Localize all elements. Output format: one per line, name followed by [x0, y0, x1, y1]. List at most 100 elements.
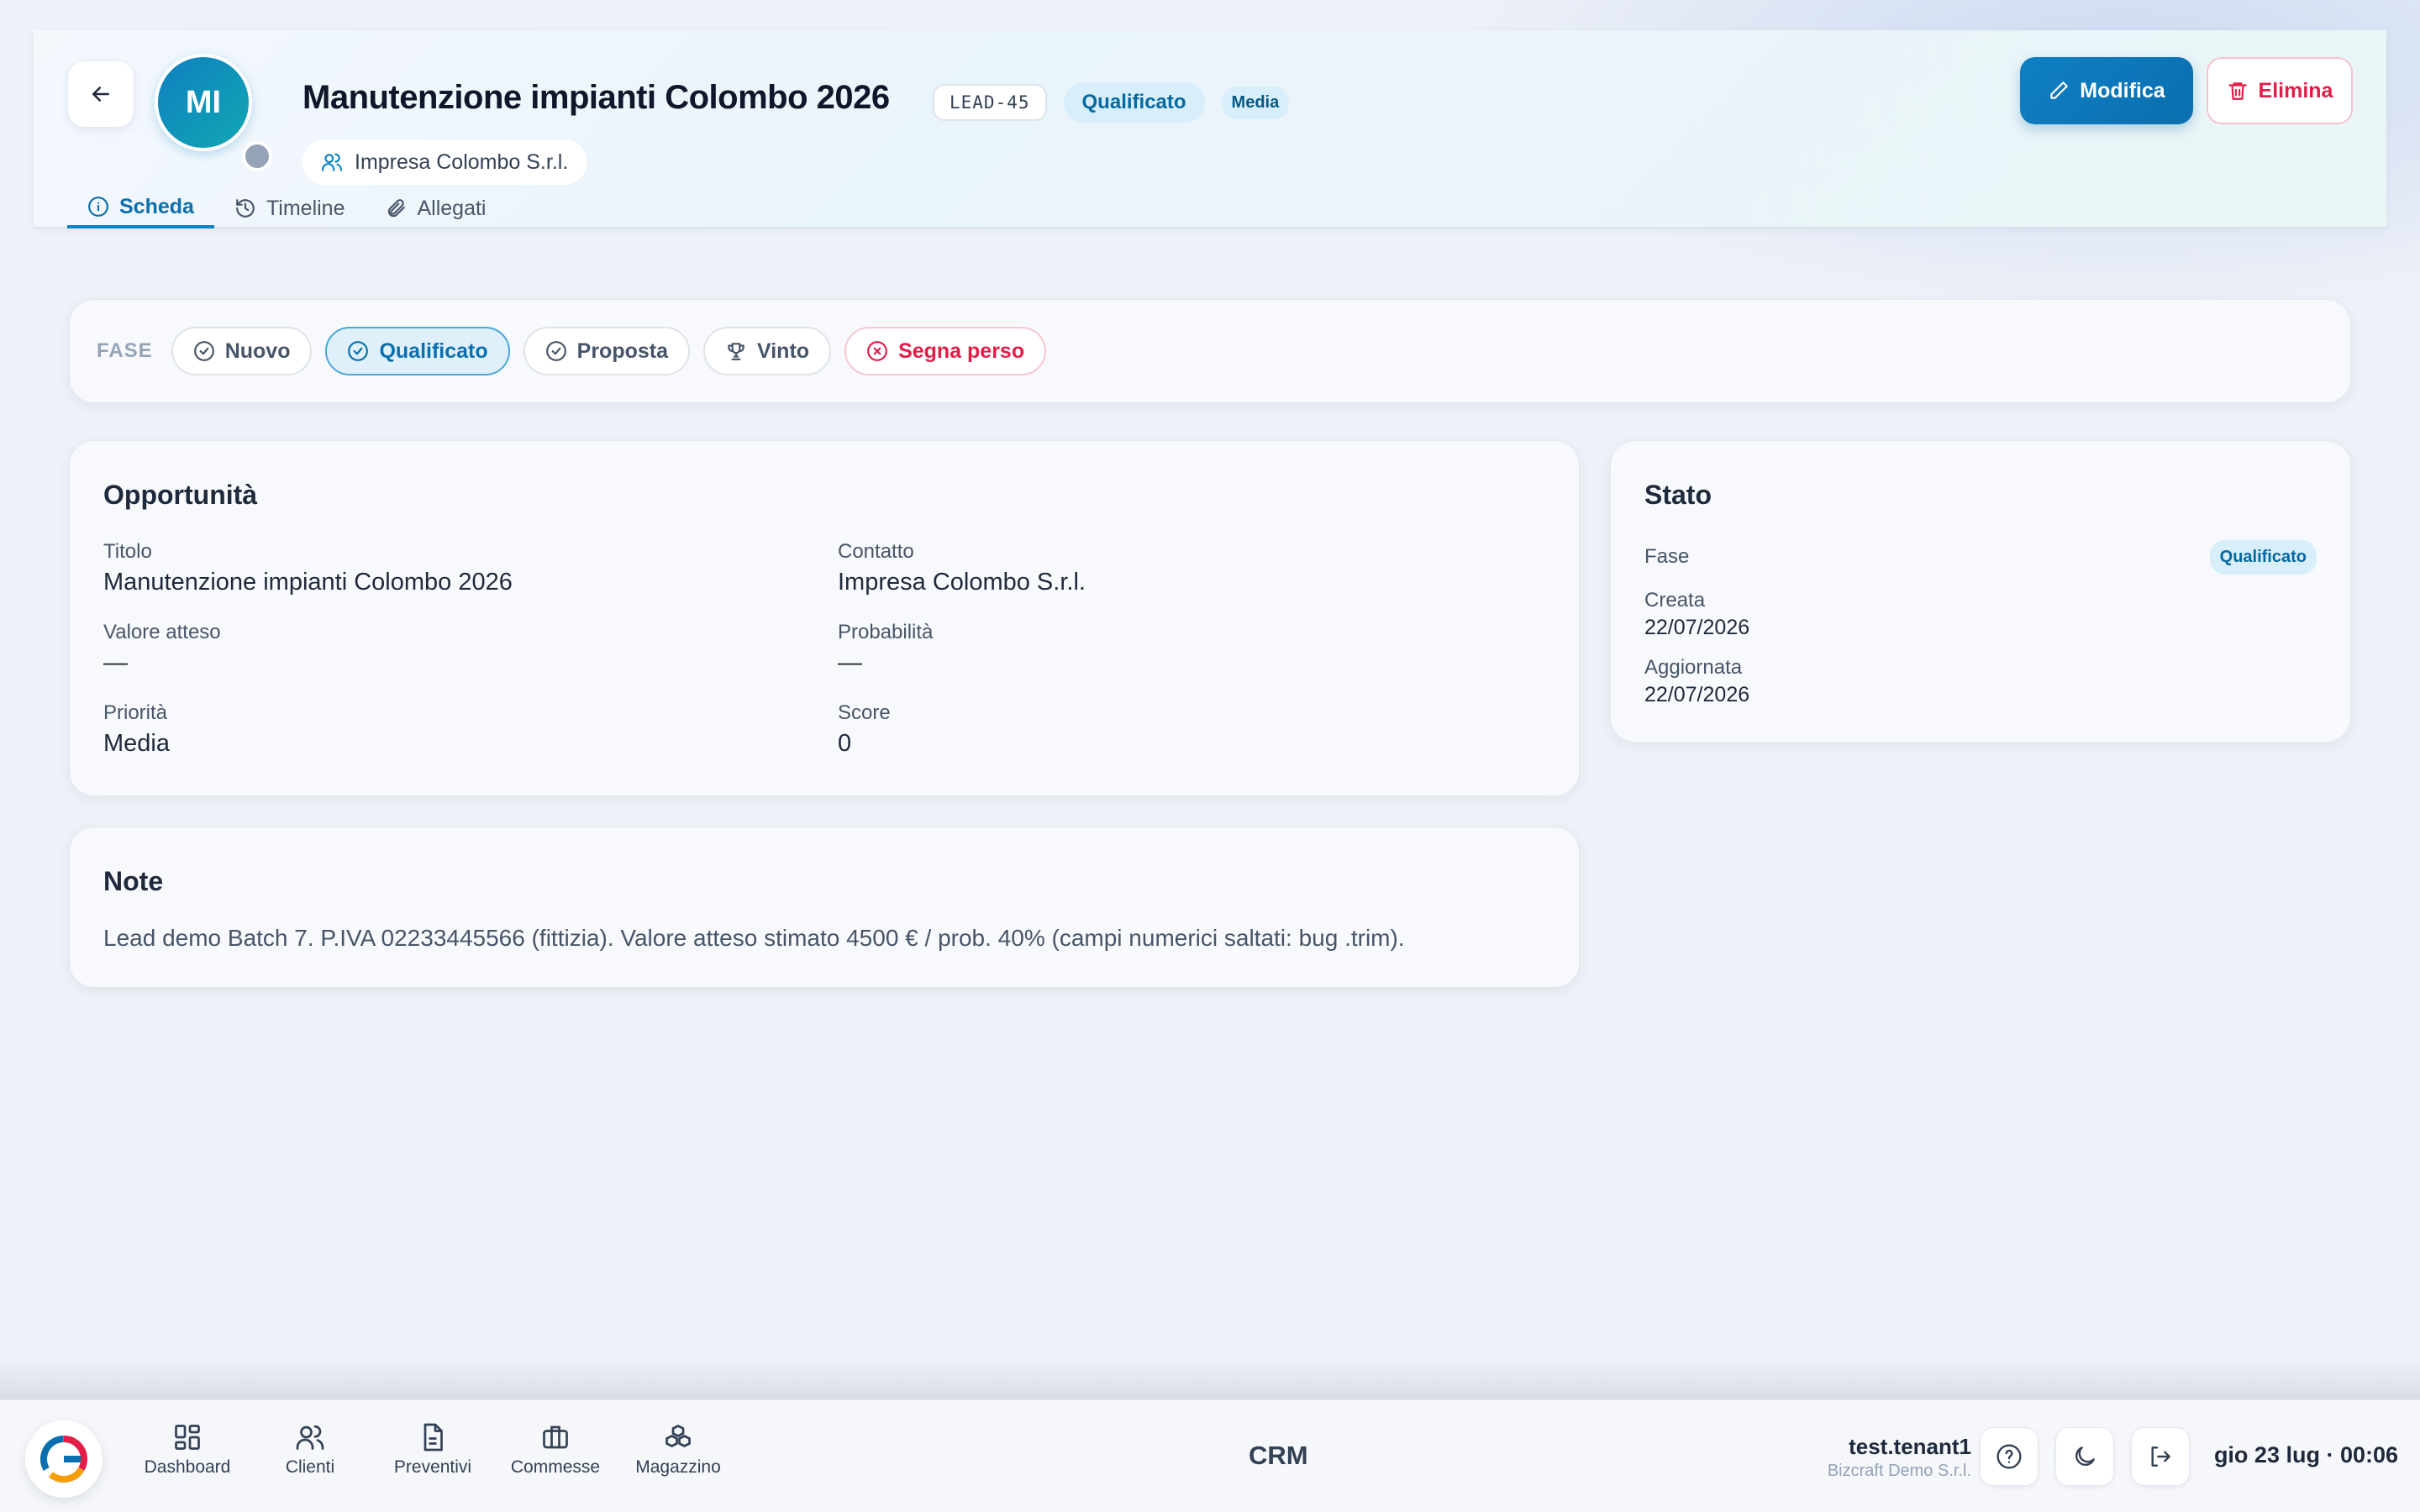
tab-label: Allegati: [417, 196, 487, 220]
card-title: Opportunità: [103, 480, 258, 510]
edit-button-label: Modifica: [2080, 78, 2165, 102]
phase-nuovo-button[interactable]: Nuovo: [171, 327, 313, 375]
field-label: Probabilità: [838, 621, 934, 643]
note-card: Note Lead demo Batch 7. P.IVA 0223344556…: [69, 827, 1580, 988]
tab-bar: Scheda Timeline Allegati: [67, 188, 506, 228]
header-actions: Modifica Elimina: [2020, 57, 2353, 124]
priority-badge: Media: [1221, 86, 1290, 119]
module-label: CRM: [1249, 1441, 1308, 1470]
field-score: Score 0: [838, 701, 891, 758]
users-icon: [296, 1425, 324, 1450]
phase-vinto-button[interactable]: Vinto: [703, 327, 832, 375]
help-icon: [1996, 1444, 2022, 1469]
field-value: —: [838, 649, 862, 676]
card-title: Stato: [1644, 480, 1712, 510]
stato-creata-label: Creata: [1644, 589, 1706, 612]
nav-dashboard[interactable]: Dashboard: [126, 1422, 249, 1478]
field-label: Priorità: [103, 701, 168, 724]
field-valore-atteso: Valore atteso —: [103, 621, 221, 677]
check-circle-icon: [545, 341, 566, 361]
phase-qualificato-button[interactable]: Qualificato: [325, 327, 510, 375]
tab-allegati[interactable]: Allegati: [365, 188, 506, 228]
nav-preventivi[interactable]: Preventivi: [371, 1422, 494, 1478]
phase-button-label: Vinto: [757, 339, 810, 363]
phase-lost-button[interactable]: Segna perso: [844, 327, 1047, 375]
page-title: Manutenzione impianti Colombo 2026: [302, 79, 890, 116]
bottom-bar: Dashboard Clienti Preventivi Commesse Ma…: [0, 1399, 2420, 1512]
tab-scheda[interactable]: Scheda: [67, 188, 214, 228]
user-name: test.tenant1: [1849, 1434, 1971, 1459]
stato-aggiornata-value: 22/07/2026: [1644, 683, 1750, 706]
company-chip[interactable]: Impresa Colombo S.r.l.: [302, 139, 587, 185]
phase-bar: FASE Nuovo Qualificato Proposta Vinto Se…: [69, 299, 2351, 403]
lead-code-badge: LEAD-45: [933, 84, 1047, 121]
bottom-bar-shadow: [0, 1361, 2420, 1399]
page-header: MI Manutenzione impianti Colombo 2026 LE…: [34, 30, 2386, 228]
field-titolo: Titolo Manutenzione impianti Colombo 202…: [103, 540, 513, 596]
header-badges: LEAD-45 Qualificato Media: [933, 82, 1290, 123]
field-value: —: [103, 649, 128, 676]
users-icon: [322, 153, 342, 171]
field-label: Valore atteso: [103, 621, 221, 643]
document-icon: [424, 1423, 443, 1452]
dashboard-icon: [175, 1425, 200, 1450]
clock: gio 23 lug · 00:06: [2213, 1442, 2398, 1467]
history-icon: [236, 199, 255, 218]
status-card: Stato Fase Qualificato Creata 22/07/2026…: [1610, 440, 2351, 743]
nav-label: Commesse: [510, 1457, 601, 1477]
field-label: Titolo: [103, 540, 152, 563]
field-value: Manutenzione impianti Colombo 2026: [103, 569, 513, 596]
phase-button-label: Nuovo: [224, 339, 291, 363]
boxes-icon: [666, 1425, 691, 1447]
phase-button-label: Segna perso: [898, 339, 1025, 363]
pencil-icon: [2050, 81, 2069, 99]
tab-timeline[interactable]: Timeline: [214, 188, 366, 228]
avatar-initials: MI: [185, 84, 222, 120]
user-info[interactable]: test.tenant1 Bizcraft Demo S.r.l.: [1828, 1434, 1971, 1481]
phase-label: FASE: [97, 339, 153, 362]
nav-commesse[interactable]: Commesse: [494, 1422, 617, 1478]
help-button[interactable]: [1980, 1427, 2039, 1486]
tab-label: Timeline: [266, 196, 345, 220]
nav-label: Preventivi: [393, 1457, 472, 1477]
tab-label: Scheda: [119, 194, 194, 218]
note-text: Lead demo Batch 7. P.IVA 02233445566 (fi…: [103, 925, 1405, 951]
stato-aggiornata-label: Aggiornata: [1644, 656, 1743, 679]
field-value: 0: [838, 730, 852, 757]
phase-proposta-button[interactable]: Proposta: [523, 327, 691, 375]
app-logo[interactable]: [25, 1420, 103, 1498]
field-label: Contatto: [838, 540, 914, 563]
stato-creata-value: 22/07/2026: [1644, 616, 1750, 639]
delete-button[interactable]: Elimina: [2207, 57, 2353, 124]
user-company: Bizcraft Demo S.r.l.: [1827, 1462, 1971, 1480]
delete-button-label: Elimina: [2258, 78, 2333, 102]
field-value: Media: [103, 730, 170, 757]
edit-button[interactable]: Modifica: [2020, 57, 2193, 124]
logout-button[interactable]: [2131, 1427, 2190, 1486]
field-label: Score: [838, 701, 891, 724]
phase-button-label: Proposta: [576, 339, 669, 363]
moon-icon: [2075, 1446, 2095, 1466]
nav-magazzino[interactable]: Magazzino: [617, 1422, 739, 1478]
arrow-left-icon: [92, 87, 109, 102]
stato-fase-badge: Qualificato: [2209, 540, 2317, 575]
field-value: Impresa Colombo S.r.l.: [838, 569, 1086, 596]
field-contatto: Contatto Impresa Colombo S.r.l.: [838, 540, 1086, 596]
back-button[interactable]: [67, 60, 134, 128]
field-priorita: Priorità Media: [103, 701, 170, 758]
theme-toggle-button[interactable]: [2055, 1427, 2114, 1486]
stato-aggiornata: Aggiornata 22/07/2026: [1644, 656, 1749, 707]
field-probabilita: Probabilità —: [838, 621, 933, 677]
nav-label: Clienti: [285, 1457, 335, 1477]
stato-creata: Creata 22/07/2026: [1644, 589, 1749, 640]
nav-clienti[interactable]: Clienti: [249, 1422, 371, 1478]
bottom-nav: Dashboard Clienti Preventivi Commesse Ma…: [126, 1422, 739, 1478]
nav-label: Magazzino: [635, 1457, 721, 1477]
presence-dot: [242, 141, 272, 171]
stato-fase-label: Fase: [1644, 545, 1690, 568]
nav-label: Dashboard: [144, 1457, 231, 1477]
x-circle-icon: [867, 341, 887, 361]
company-name: Impresa Colombo S.r.l.: [355, 150, 569, 174]
card-title: Note: [103, 866, 164, 896]
trash-icon: [2228, 82, 2247, 100]
